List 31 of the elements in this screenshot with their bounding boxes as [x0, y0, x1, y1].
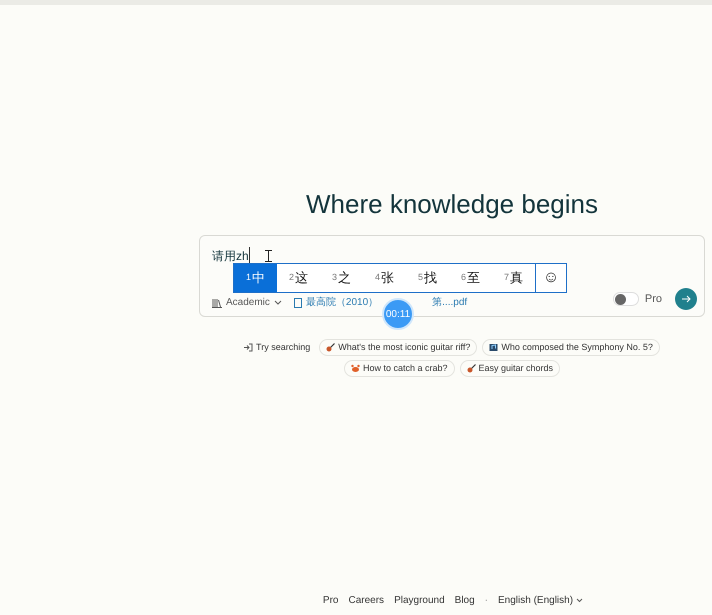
pro-label: Pro — [644, 292, 662, 307]
chevron-down-icon — [274, 300, 282, 306]
music-score-icon — [489, 343, 498, 352]
footer-link[interactable]: Blog — [454, 593, 475, 608]
footer-link[interactable]: Playground — [394, 593, 445, 608]
attachment-name[interactable]: 第....pdf — [432, 295, 468, 310]
file-icon — [294, 298, 302, 308]
page-heading: Where knowledge begins — [306, 188, 598, 221]
guitar-icon — [326, 343, 336, 352]
text-cursor-icon — [264, 250, 272, 262]
suggestion-chip[interactable]: Who composed the Symphony No. 5? — [482, 339, 660, 356]
focus-selector[interactable]: Academic — [212, 295, 282, 310]
pro-toggle[interactable] — [612, 292, 639, 306]
suggestion-chip[interactable]: Easy guitar chords — [460, 360, 560, 377]
crab-icon — [350, 364, 360, 373]
enter-icon — [244, 343, 254, 352]
suggestion-chip[interactable]: How to catch a crab? — [344, 360, 454, 377]
recording-timer: 00:11 — [382, 298, 414, 330]
chevron-down-icon — [576, 598, 584, 603]
language-selector[interactable]: English (English) — [498, 593, 584, 608]
submit-button[interactable] — [675, 288, 697, 310]
try-searching-label: Try searching — [256, 340, 310, 354]
guitar-icon — [466, 364, 476, 373]
books-icon — [212, 298, 222, 308]
suggestion-chip[interactable]: What's the most iconic guitar riff? — [319, 339, 478, 356]
attachment-name[interactable]: 最高院（2010） — [306, 295, 378, 310]
footer-link[interactable]: Pro — [322, 593, 338, 608]
separator-dot: · — [484, 594, 488, 608]
arrow-right-icon — [681, 295, 691, 303]
emoji-button[interactable]: ☺ — [535, 264, 566, 292]
footer-link[interactable]: Careers — [348, 593, 384, 608]
